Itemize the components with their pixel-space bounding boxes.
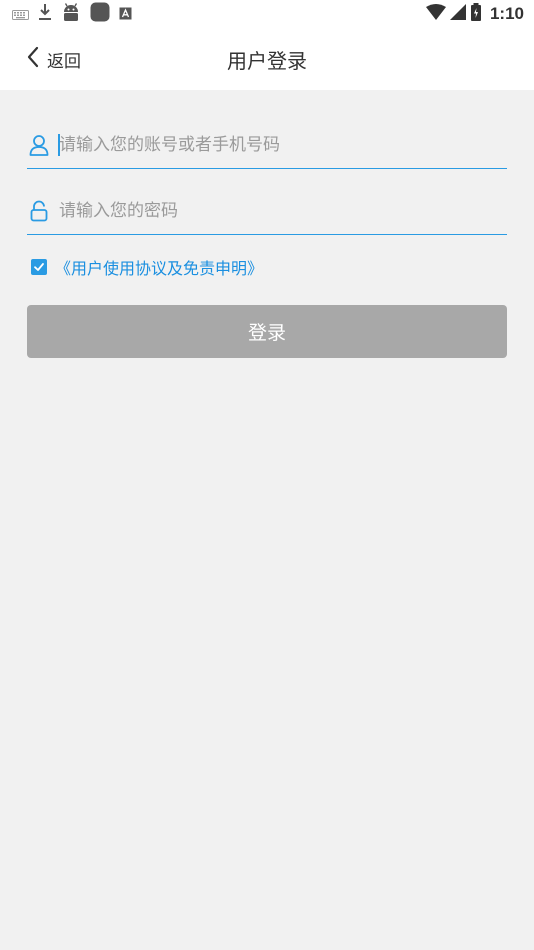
android-icon: [61, 2, 81, 26]
password-input[interactable]: [59, 201, 479, 221]
status-right-icons: 1:10: [425, 3, 524, 25]
page-title: 用户登录: [227, 49, 307, 73]
download-icon: [38, 3, 52, 25]
login-button[interactable]: 登录: [27, 305, 507, 358]
battery-icon: [470, 3, 482, 25]
signal-icon: [449, 4, 466, 24]
keyboard-icon: [12, 5, 29, 24]
account-input[interactable]: [59, 135, 479, 155]
login-screen: 1:10 返回 用户登录 请输入您的账号或者手机号码 《用户使用协议及免责申明》…: [0, 0, 534, 950]
agreement-checkbox[interactable]: [31, 259, 47, 275]
app-header: 返回 用户登录: [0, 28, 534, 90]
agreement-link[interactable]: 《用户使用协议及免责申明》: [55, 255, 263, 279]
lock-icon: [28, 200, 50, 222]
wifi-icon: [425, 4, 446, 24]
status-bar: 1:10: [0, 0, 534, 28]
user-icon: [28, 134, 50, 156]
agreement-row: 《用户使用协议及免责申明》: [31, 256, 263, 278]
text-cursor: [58, 134, 60, 156]
password-field[interactable]: [27, 188, 507, 235]
check-icon: [34, 263, 44, 271]
app-square-icon: [90, 2, 110, 26]
a-box-icon: [119, 5, 132, 24]
status-clock: 1:10: [489, 4, 524, 23]
status-left-icons: [12, 2, 132, 26]
account-field[interactable]: [27, 122, 507, 169]
